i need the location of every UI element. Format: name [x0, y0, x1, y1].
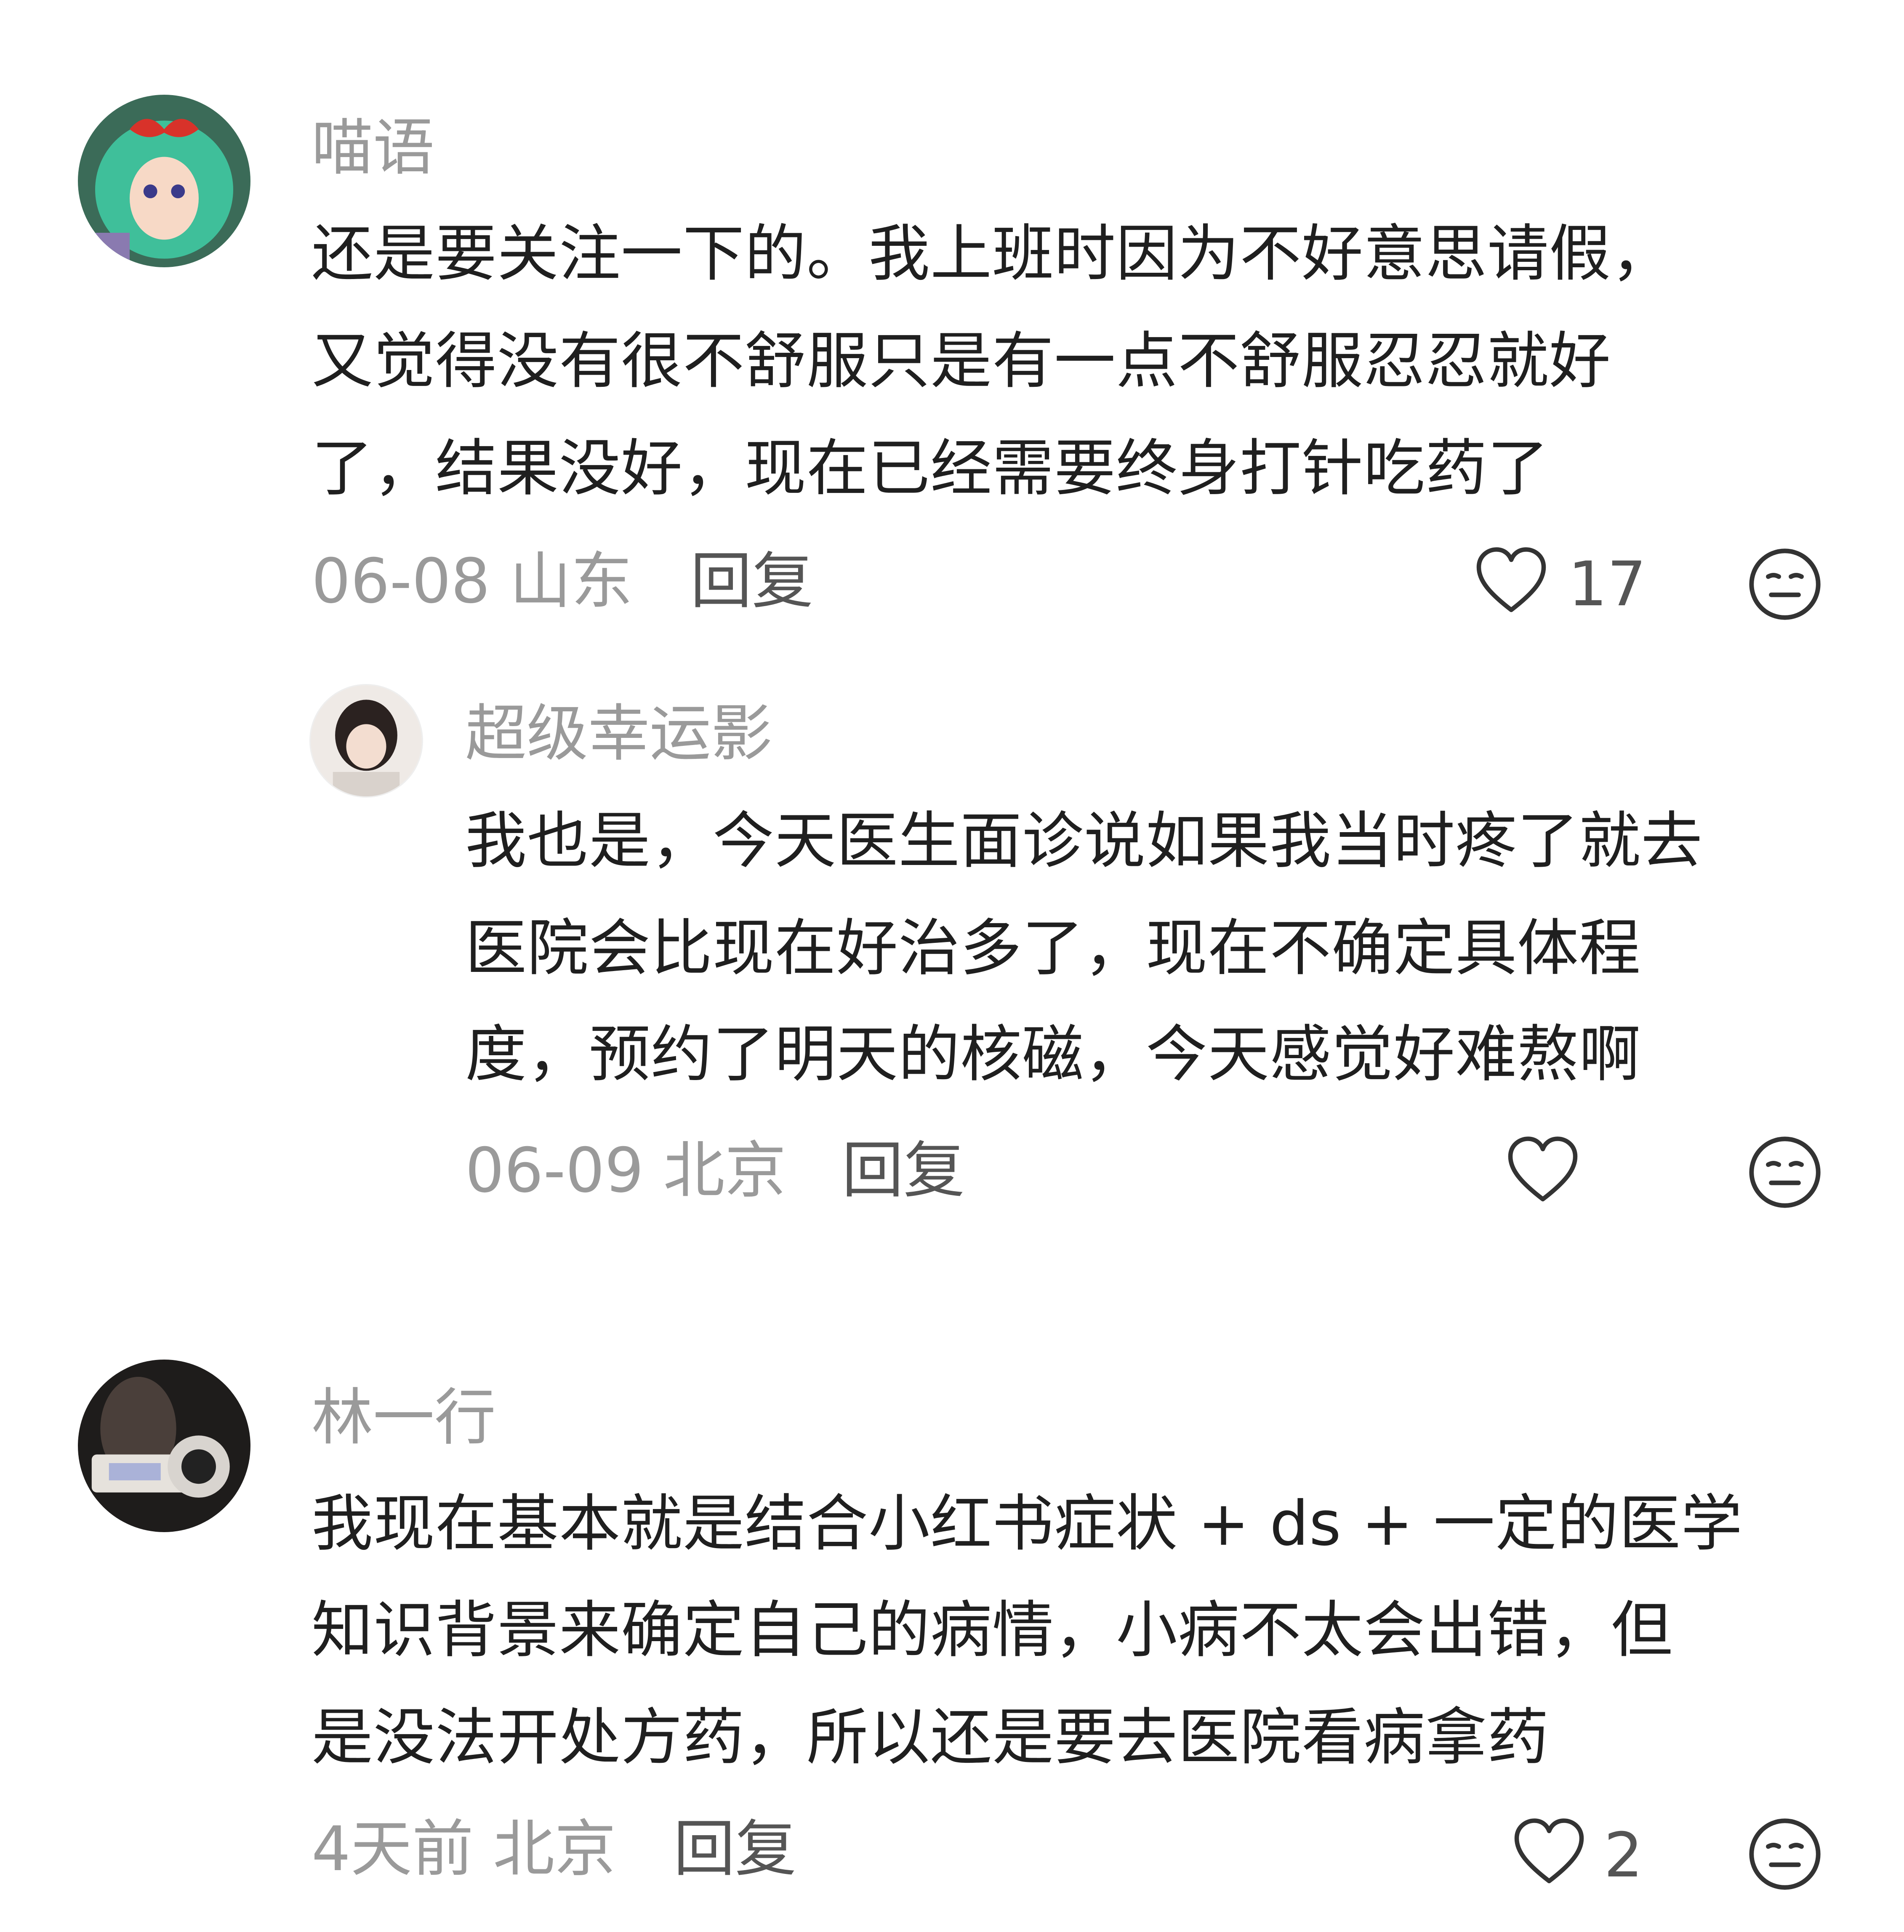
comment-date-location: 06-08 山东 [312, 546, 633, 617]
like-count: 17 [1568, 548, 1646, 620]
heart-icon[interactable] [1473, 545, 1549, 619]
avatar-image [78, 95, 250, 267]
avatar-image [78, 1360, 250, 1532]
username[interactable]: 林一行 [312, 1387, 496, 1448]
comment-text-line: 我现在基本就是结合小红书症状 + ds + 一定的医学 [312, 1488, 1743, 1559]
comment-date-location: 4天前 北京 [312, 1813, 616, 1885]
dislike-face-icon[interactable] [1747, 1816, 1823, 1892]
username[interactable]: 喵语 [312, 117, 434, 178]
comment-text-line: 知识背景来确定自己的病情，小病不太会出错，但 [312, 1594, 1673, 1666]
comment-text-line: 又觉得没有很不舒服只是有一点不舒服忍忍就好 [312, 325, 1611, 397]
heart-icon[interactable] [1505, 1134, 1581, 1208]
reply-button[interactable]: 回复 [674, 1818, 796, 1880]
comment-text-line: 医院会比现在好治多了，现在不确定具体程 [465, 913, 1641, 984]
avatar[interactable] [78, 1360, 250, 1532]
comment-text-line: 我也是，今天医生面诊说如果我当时疼了就去 [465, 805, 1703, 877]
comment-text-line: 度，预约了明天的核磁，今天感觉好难熬啊 [465, 1019, 1641, 1090]
comment-text-line: 了，结果没好，现在已经需要终身打针吃药了 [312, 433, 1549, 504]
reply-button[interactable]: 回复 [842, 1140, 965, 1201]
username[interactable]: 超级幸运影 [465, 703, 772, 764]
comment-text-line: 还是要关注一下的。我上班时因为不好意思请假， [312, 218, 1673, 290]
avatar[interactable] [309, 684, 423, 798]
avatar[interactable] [78, 95, 250, 267]
dislike-face-icon[interactable] [1747, 1134, 1823, 1210]
comment-date-location: 06-09 北京 [465, 1135, 786, 1206]
reply-button[interactable]: 回复 [690, 551, 813, 612]
comment-text-line: 是没法开处方药，所以还是要去医院看病拿药 [312, 1702, 1549, 1773]
heart-icon[interactable] [1511, 1816, 1587, 1890]
avatar-image [311, 685, 422, 796]
dislike-face-icon[interactable] [1747, 546, 1823, 622]
like-count: 2 [1604, 1820, 1643, 1891]
